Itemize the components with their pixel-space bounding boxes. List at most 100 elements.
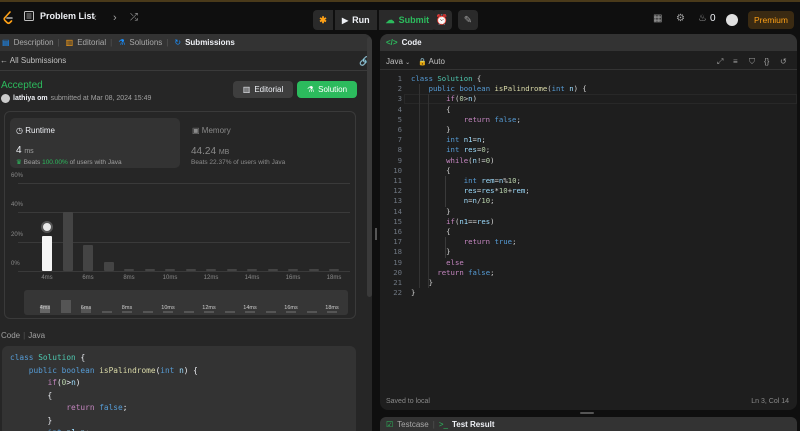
braces-icon[interactable]: {}	[764, 57, 769, 66]
tab-testcase[interactable]: Testcase	[397, 420, 429, 429]
code-line[interactable]: while(n!=0)	[411, 156, 494, 166]
lock-icon: 🔒	[418, 59, 427, 66]
runtime-label: Runtime	[25, 126, 56, 135]
notes-button[interactable]: ✎	[458, 10, 478, 30]
chart-bar[interactable]	[308, 268, 319, 271]
overview-bar	[163, 311, 173, 313]
code-line[interactable]: {	[411, 227, 450, 237]
code-preview-line: {	[10, 390, 53, 400]
code-line[interactable]: return false;	[411, 115, 521, 125]
overview-bar	[286, 311, 296, 313]
overview-bar	[204, 311, 214, 313]
grid-layout-icon[interactable]: ▦	[653, 13, 662, 24]
code-line[interactable]: {	[411, 105, 450, 115]
run-button[interactable]: ▶ Run	[335, 10, 377, 30]
next-problem-icon[interactable]: ›	[113, 12, 117, 24]
solutions-tab-icon: ⚗	[118, 38, 126, 47]
chart-bar[interactable]	[206, 268, 216, 271]
debug-button[interactable]: ✱	[313, 10, 333, 30]
divider	[0, 70, 372, 71]
code-line[interactable]: int rem=n%10;	[411, 176, 521, 186]
all-submissions-link[interactable]: ← All Submissions	[0, 56, 66, 65]
code-line[interactable]: res=res*10+rem;	[411, 186, 530, 196]
runtime-beats-pct: 100.00%	[42, 159, 68, 166]
tab-description[interactable]: Description	[14, 38, 54, 47]
runtime-box[interactable]: ◷ Runtime 4 ms ♛ Beats 100.00% of users …	[10, 118, 180, 168]
code-header: Code | Java	[1, 331, 45, 340]
overview-tick-label: 12ms	[202, 305, 216, 311]
chart-bar[interactable]	[288, 268, 298, 271]
left-scrollbar[interactable]	[367, 37, 372, 297]
settings-gear-icon[interactable]: ⚙	[676, 13, 685, 24]
language-select[interactable]: Java ⌄	[386, 57, 410, 66]
code-line[interactable]: int n1=n;	[411, 135, 486, 145]
chart-range-overview[interactable]: 4ms 6ms 8ms 10ms 12ms 14ms 16ms 18ms	[24, 290, 348, 315]
play-icon: ▶	[342, 15, 349, 25]
auto-mode[interactable]: 🔒 Auto	[418, 57, 445, 66]
code-line[interactable]: public boolean isPalindrome(int n) {	[411, 84, 587, 94]
streak-fire-icon[interactable]: ♨	[698, 13, 707, 24]
chart-bar[interactable]	[62, 212, 73, 271]
tab-solutions[interactable]: Solutions	[129, 38, 162, 47]
code-line[interactable]: return true;	[411, 237, 517, 247]
code-line[interactable]: }	[411, 207, 450, 217]
shuffle-icon[interactable]: ⤮	[130, 12, 138, 24]
runtime-unit: ms	[24, 148, 34, 155]
line-number: 13	[393, 196, 402, 206]
run-submit-group: ✱ ▶ Run ☁ Submit	[313, 10, 437, 30]
code-line[interactable]: }	[411, 125, 450, 135]
chart-y-tick-label: 0%	[11, 261, 20, 267]
code-line[interactable]: n=n/10;	[411, 196, 495, 206]
user-avatar[interactable]	[726, 14, 738, 26]
code-line[interactable]: {	[411, 166, 450, 176]
editorial-button-label: Editorial	[254, 85, 284, 94]
timer-button[interactable]: ⏰	[432, 10, 452, 30]
problem-list-button[interactable]: Problem List	[24, 11, 95, 21]
bookmark-icon[interactable]: ⛉	[749, 57, 755, 67]
tab-editorial[interactable]: Editorial	[77, 38, 106, 47]
chart-bar[interactable]	[144, 268, 155, 271]
run-label: Run	[352, 15, 370, 25]
line-number: 6	[397, 125, 402, 134]
submit-button[interactable]: ☁ Submit	[378, 10, 437, 30]
prev-problem-icon[interactable]: ‹	[93, 12, 97, 24]
memory-title[interactable]: ▣ Memory	[192, 126, 231, 135]
chart-bar[interactable]	[226, 268, 237, 271]
panel-resize-handle[interactable]	[375, 228, 377, 240]
chart-bar[interactable]	[329, 268, 339, 271]
tab-submissions[interactable]: Submissions	[185, 38, 235, 47]
left-panel: ▤ Description | ▥ Editorial | ⚗ Solution…	[0, 34, 372, 431]
premium-button[interactable]: Premium	[748, 11, 794, 29]
leetcode-logo-icon[interactable]	[2, 11, 14, 25]
expand-icon[interactable]: ⤢	[717, 57, 723, 67]
vertical-resize-handle[interactable]	[580, 412, 594, 414]
code-line[interactable]: int res=0;	[411, 145, 490, 155]
code-line[interactable]: }	[411, 278, 433, 288]
code-line[interactable]: if(0>n)	[411, 94, 477, 104]
code-line[interactable]: }	[411, 288, 415, 298]
format-lines-icon[interactable]: ≡	[733, 57, 738, 66]
chart-x-tick-label: 10ms	[162, 275, 178, 281]
solution-button[interactable]: ⚗ Solution	[297, 81, 357, 98]
reset-icon[interactable]: ↺	[780, 57, 787, 66]
line-number: 16	[393, 227, 402, 236]
chart-bar[interactable]	[83, 244, 93, 271]
code-line[interactable]: if(n1==res)	[411, 217, 494, 227]
chart-bar[interactable]	[185, 268, 196, 271]
submitter-name[interactable]: lathiya om	[13, 95, 48, 102]
code-line[interactable]: else	[411, 258, 464, 268]
chart-bar[interactable]	[103, 262, 114, 271]
chart-bar[interactable]	[267, 268, 278, 271]
code-line[interactable]: class Solution {	[411, 74, 481, 84]
chart-bar[interactable]	[124, 268, 134, 271]
chart-bar[interactable]	[165, 268, 175, 271]
code-line[interactable]: return false;	[411, 268, 494, 278]
chart-bar-selected[interactable]	[42, 235, 52, 271]
chart-bar[interactable]	[247, 268, 257, 271]
submitted-time: submitted at Mar 08, 2024 15:49	[50, 95, 152, 102]
code-line[interactable]: }	[411, 247, 450, 257]
editorial-button[interactable]: ▥ Editorial	[233, 81, 293, 98]
tab-test-result[interactable]: Test Result	[452, 420, 495, 429]
line-number: 18	[393, 247, 402, 257]
chart-x-tick-label: 12ms	[203, 275, 219, 281]
